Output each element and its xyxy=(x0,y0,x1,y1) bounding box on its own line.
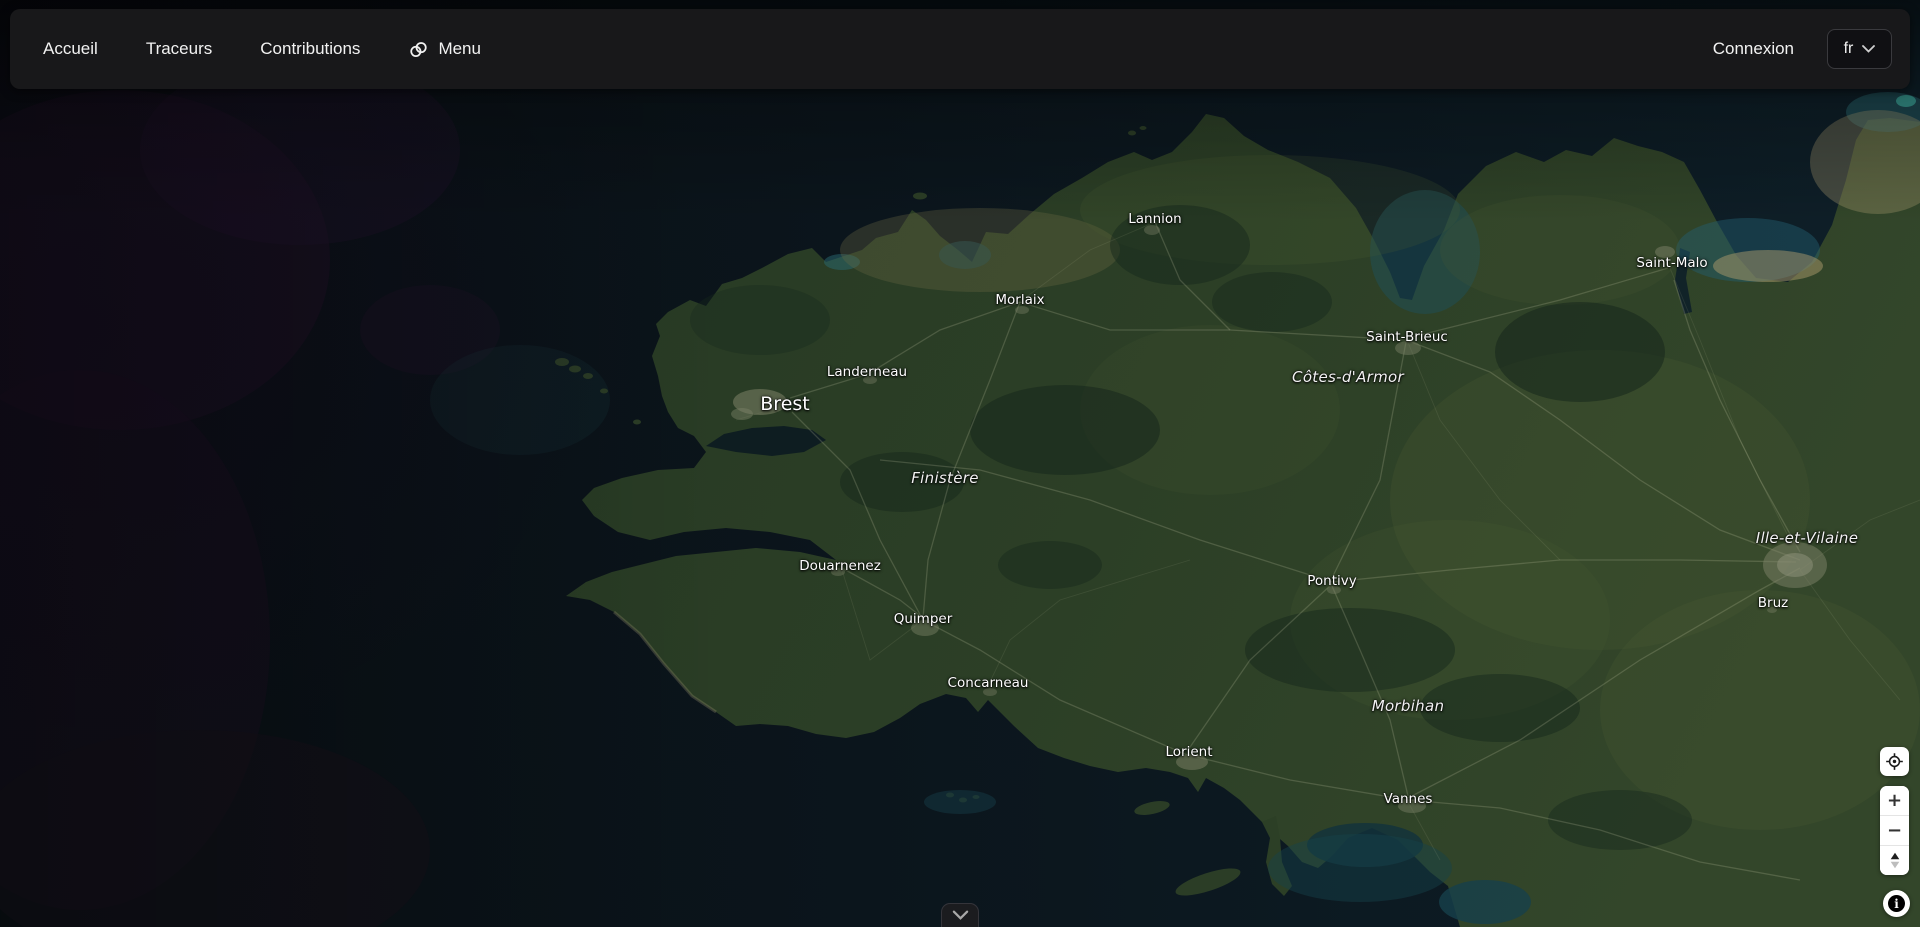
chevron-down-icon xyxy=(1862,45,1875,53)
chevron-down-icon xyxy=(952,910,969,921)
nav-item-contributions[interactable]: Contributions xyxy=(260,39,360,59)
expand-chevron-button[interactable] xyxy=(941,903,979,927)
zoom-out-button[interactable]: − xyxy=(1880,815,1909,845)
zoom-in-button[interactable]: + xyxy=(1880,786,1909,815)
compass-needle-icon xyxy=(1888,851,1902,870)
nav-item-menu[interactable]: Menu xyxy=(408,39,481,60)
nav-item-connexion[interactable]: Connexion xyxy=(1713,39,1794,59)
link-rings-icon xyxy=(408,39,429,60)
nav-right-group: Connexion fr xyxy=(1713,29,1892,69)
zoom-control-group: + − xyxy=(1880,786,1909,875)
language-value: fr xyxy=(1844,40,1854,58)
nav-menu-label: Menu xyxy=(438,39,481,59)
map-canvas[interactable]: LannionSaint-MaloMorlaixSaint-BrieucLand… xyxy=(0,0,1920,927)
language-select[interactable]: fr xyxy=(1827,29,1892,69)
app-window: LannionSaint-MaloMorlaixSaint-BrieucLand… xyxy=(0,0,1920,927)
map-satellite-art xyxy=(0,0,1920,927)
info-button[interactable]: i xyxy=(1883,890,1910,917)
nav-item-accueil[interactable]: Accueil xyxy=(43,39,98,59)
compass-button[interactable] xyxy=(1880,845,1909,875)
crosshair-locate-icon xyxy=(1885,752,1904,771)
info-icon: i xyxy=(1888,895,1905,912)
geolocate-button[interactable] xyxy=(1880,747,1909,776)
nav-left-group: Accueil Traceurs Contributions Menu xyxy=(43,39,481,60)
nav-item-traceurs[interactable]: Traceurs xyxy=(146,39,212,59)
navbar: Accueil Traceurs Contributions Menu Conn… xyxy=(10,9,1910,89)
